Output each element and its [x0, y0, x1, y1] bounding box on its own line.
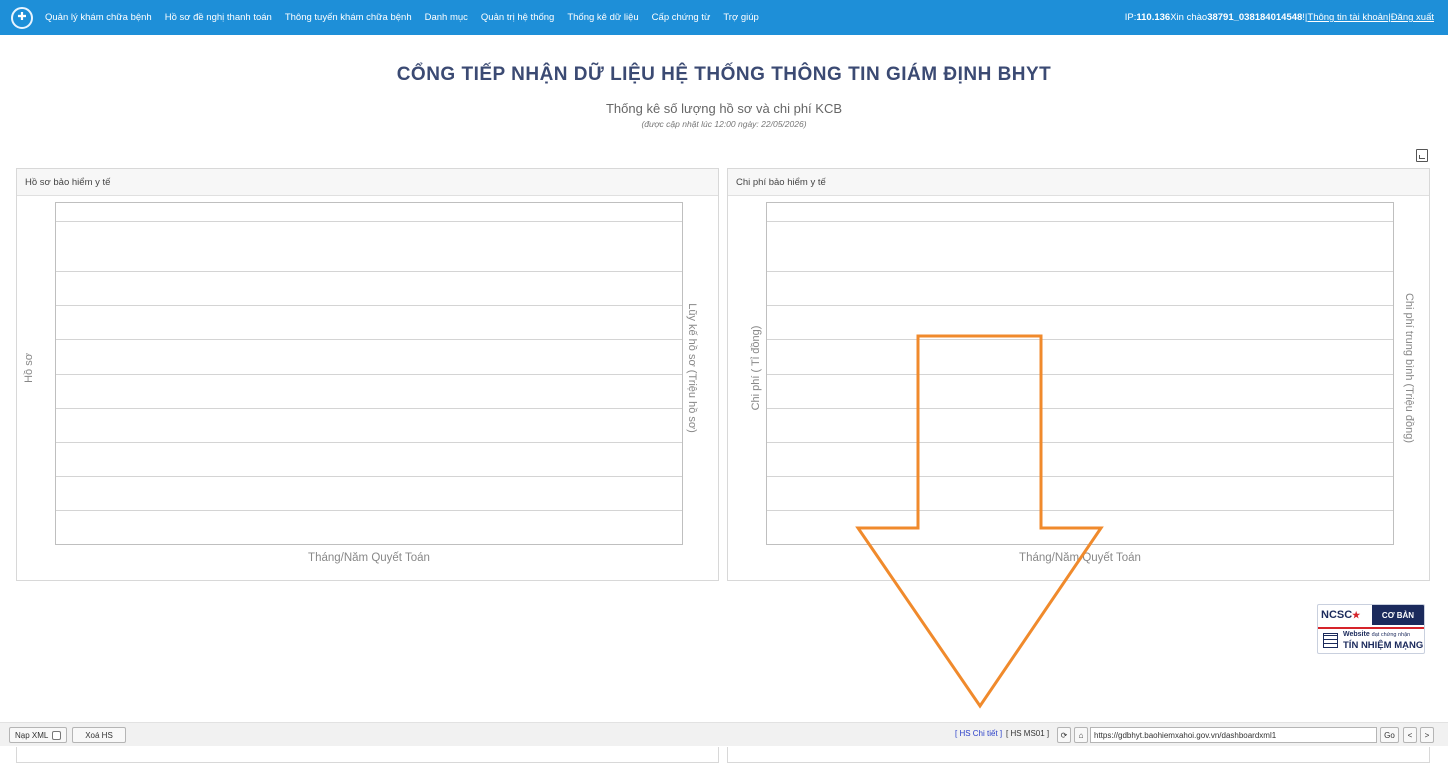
gridline [767, 408, 1393, 409]
xoa-hs-button[interactable]: Xoá HS [72, 727, 126, 743]
lower-panel-right [727, 747, 1430, 763]
hs-ms01-link[interactable]: [ HS MS01 ] [1006, 729, 1049, 738]
ncsc-trust-badge[interactable]: NCSC★ CƠ BẢN Website đạt chứng nhận TÍN … [1317, 604, 1425, 654]
greeting: Xin chào [1170, 12, 1208, 23]
page-subtitle: Thống kê số lượng hồ sơ và chi phí KCB [605, 101, 843, 116]
username: 38791_038184014548 [1207, 12, 1303, 23]
nap-xml-button[interactable]: Nạp XML [9, 727, 68, 743]
gridline [56, 305, 682, 306]
plot-area [55, 202, 683, 545]
nav-item-thong-ke[interactable]: Thống kê dữ liệu [567, 12, 638, 23]
badge-divider [1318, 627, 1424, 629]
gridline [56, 374, 682, 375]
y2-axis-label: Lũy kế hồ sơ (Triệu hồ sơ) [686, 303, 698, 433]
prev-button[interactable]: < [1403, 727, 1417, 743]
bottom-toolbar: Nạp XML Xoá HS [ HS Chi tiết ] [ HS MS01… [0, 722, 1448, 746]
gridline [767, 442, 1393, 443]
y-axis-label: Hồ sơ [22, 353, 35, 383]
ip-value: 110.136 [1136, 12, 1171, 23]
refresh-icon[interactable]: ⟳ [1057, 727, 1071, 743]
y2-axis-label: Chi phí trung bình (Triệu đồng) [1403, 292, 1415, 443]
ip-label: IP: [1124, 12, 1137, 23]
gridline [767, 374, 1393, 375]
gridline [767, 305, 1393, 306]
hs-chitiet-link[interactable]: [ HS Chi tiết ] [955, 729, 1002, 738]
nav-item-thong-tuyen[interactable]: Thông tuyến khám chữa bệnh [285, 12, 412, 23]
lower-panel-left [16, 747, 719, 763]
nap-xml-checkbox[interactable] [52, 730, 62, 740]
url-input[interactable]: https://gdbhyt.baohiemxahoi.gov.vn/dashb… [1090, 727, 1377, 743]
x-axis-label: Tháng/Năm Quyết Toán [1019, 552, 1141, 564]
page-title: CỔNG TIẾP NHẬN DỮ LIỆU HỆ THỐNG THÔNG TI… [396, 64, 1052, 85]
nav-item-quan-ly-kcb[interactable]: Quản lý khám chữa bệnh [45, 12, 152, 23]
nav-item-danh-muc[interactable]: Danh mục [425, 12, 468, 23]
gridline [56, 339, 682, 340]
y-axis-label: Chi phí ( Tỉ đồng) [750, 325, 762, 411]
home-icon[interactable]: ⌂ [1074, 727, 1088, 743]
star-icon: ★ [1352, 610, 1361, 620]
gridline [767, 510, 1393, 511]
building-icon [1323, 633, 1338, 648]
badge-org: NCSC★ [1321, 609, 1361, 621]
go-button[interactable]: Go [1380, 727, 1399, 743]
badge-level: CƠ BẢN [1372, 605, 1424, 625]
gridline [56, 408, 682, 409]
plot-area [766, 202, 1394, 545]
next-button[interactable]: > [1420, 727, 1434, 743]
chart-panel-ho-so: Hồ sơ bảo hiểm y tế Hồ sơ Lũy kế hồ sơ (… [16, 168, 719, 581]
update-timestamp: (được cập nhật lúc 12:00 ngày: 22/05/202… [641, 119, 807, 129]
nav-item-ho-so-de-nghi[interactable]: Hồ sơ đề nghị thanh toán [165, 12, 272, 23]
user-info: IP: 110.136 Xin chào 38791_038184014548 … [1125, 0, 1434, 35]
gridline [767, 476, 1393, 477]
gridline [56, 510, 682, 511]
gridline [767, 221, 1393, 222]
x-axis-label: Tháng/Năm Quyết Toán [308, 552, 430, 564]
gridline [767, 271, 1393, 272]
export-icon[interactable] [1416, 149, 1428, 162]
nav-item-cap-chung-tu[interactable]: Cấp chứng từ [652, 12, 711, 23]
nav-item-quan-tri[interactable]: Quản trị hệ thống [481, 12, 554, 23]
panel-title: Chi phí bảo hiểm y tế [728, 169, 1429, 196]
gridline [56, 442, 682, 443]
gridline [56, 476, 682, 477]
main-nav: Quản lý khám chữa bệnh Hồ sơ đề nghị tha… [45, 12, 772, 23]
nav-item-tro-giup[interactable]: Trợ giúp [723, 12, 758, 23]
badge-website: Website đạt chứng nhận [1343, 631, 1411, 638]
account-info-link[interactable]: Thông tin tài khoản [1307, 12, 1388, 23]
logout-link[interactable]: Đăng xuất [1391, 12, 1434, 23]
gridline [56, 221, 682, 222]
top-navbar: ✚ Quản lý khám chữa bệnh Hồ sơ đề nghị t… [0, 0, 1448, 35]
panel-title: Hồ sơ bảo hiểm y tế [17, 169, 718, 196]
gridline [56, 271, 682, 272]
gridline [767, 339, 1393, 340]
logo-icon[interactable]: ✚ [11, 6, 33, 29]
badge-trust-text: TÍN NHIỆM MẠNG [1343, 640, 1424, 651]
chart-panel-chi-phi: Chi phí bảo hiểm y tế Chi phí ( Tỉ đồng)… [727, 168, 1430, 581]
